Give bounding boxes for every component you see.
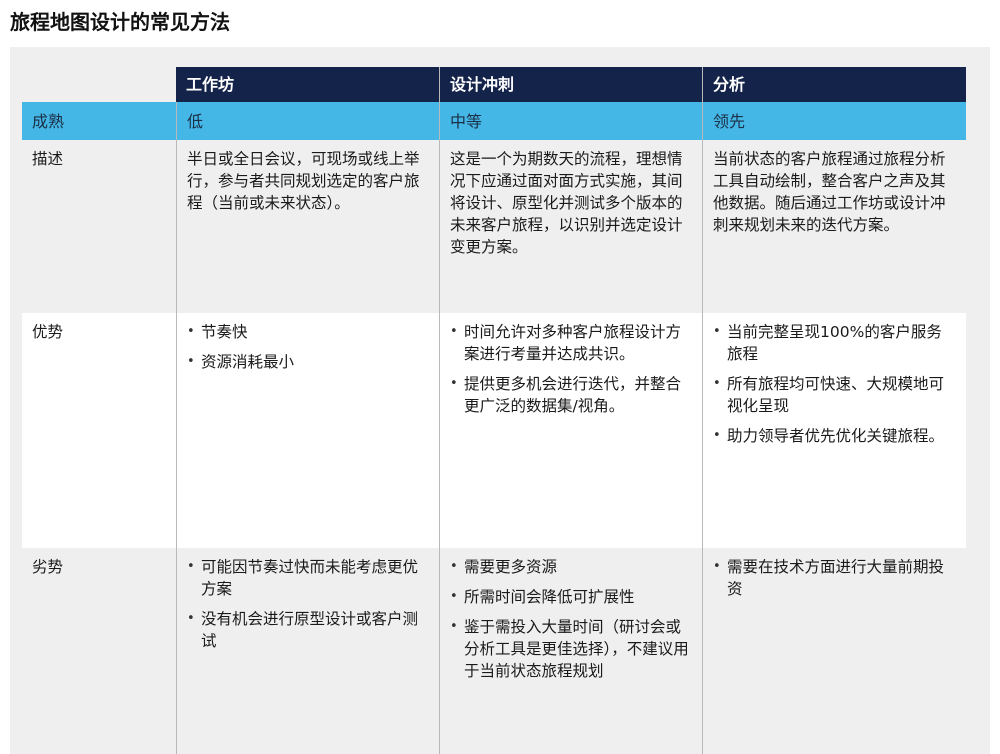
column-divider <box>439 744 440 754</box>
disadvantages-workshop: 可能因节奏过快而未能考虑更优方案 没有机会进行原型设计或客户测试 <box>176 548 439 748</box>
list-item: 助力领导者优先优化关键旅程。 <box>713 425 956 447</box>
disadvantages-design-sprint: 需要更多资源 所需时间会降低可扩展性 鉴于需投入大量时间（研讨会或分析工具是更佳… <box>439 548 702 748</box>
list-item: 可能因节奏过快而未能考虑更优方案 <box>187 556 429 600</box>
page-title: 旅程地图设计的常见方法 <box>10 10 230 34</box>
list-item: 所需时间会降低可扩展性 <box>450 586 692 608</box>
list-item: 节奏快 <box>187 321 429 343</box>
comparison-table: 工作坊 设计冲刺 分析 成熟 低 中等 领先 描述 半日或全日会议，可现场或线上… <box>22 67 966 748</box>
header-corner <box>22 67 176 102</box>
column-divider <box>176 744 177 754</box>
list-item: 时间允许对多种客户旅程设计方案进行考量并达成共识。 <box>450 321 692 365</box>
description-design-sprint: 这是一个为期数天的流程，理想情况下应通过面对面方式实施，其间将设计、原型化并测试… <box>439 140 702 313</box>
column-header-design-sprint: 设计冲刺 <box>439 67 702 102</box>
advantages-workshop: 节奏快 资源消耗最小 <box>176 313 439 548</box>
row-label-advantages: 优势 <box>22 313 176 548</box>
row-label-disadvantages: 劣势 <box>22 548 176 748</box>
maturity-workshop: 低 <box>176 102 439 140</box>
maturity-analytics: 领先 <box>702 102 966 140</box>
list-item: 鉴于需投入大量时间（研讨会或分析工具是更佳选择），不建议用于当前状态旅程规划 <box>450 616 692 682</box>
list-item: 所有旅程均可快速、大规模地可视化呈现 <box>713 373 956 417</box>
row-label-maturity: 成熟 <box>22 102 176 140</box>
list-item: 没有机会进行原型设计或客户测试 <box>187 608 429 652</box>
list-item: 需要在技术方面进行大量前期投资 <box>713 556 956 600</box>
maturity-design-sprint: 中等 <box>439 102 702 140</box>
list-item: 提供更多机会进行迭代，并整合更广泛的数据集/视角。 <box>450 373 692 417</box>
column-header-workshop: 工作坊 <box>176 67 439 102</box>
list-item: 资源消耗最小 <box>187 351 429 373</box>
row-label-description: 描述 <box>22 140 176 313</box>
advantages-analytics: 当前完整呈现100%的客户服务旅程 所有旅程均可快速、大规模地可视化呈现 助力领… <box>702 313 966 548</box>
description-workshop: 半日或全日会议，可现场或线上举行，参与者共同规划选定的客户旅程（当前或未来状态）… <box>176 140 439 313</box>
disadvantages-analytics: 需要在技术方面进行大量前期投资 <box>702 548 966 748</box>
column-divider <box>702 744 703 754</box>
list-item: 需要更多资源 <box>450 556 692 578</box>
list-item: 当前完整呈现100%的客户服务旅程 <box>713 321 956 365</box>
column-header-analytics: 分析 <box>702 67 966 102</box>
description-analytics: 当前状态的客户旅程通过旅程分析工具自动绘制，整合客户之声及其他数据。随后通过工作… <box>702 140 966 313</box>
advantages-design-sprint: 时间允许对多种客户旅程设计方案进行考量并达成共识。 提供更多机会进行迭代，并整合… <box>439 313 702 548</box>
